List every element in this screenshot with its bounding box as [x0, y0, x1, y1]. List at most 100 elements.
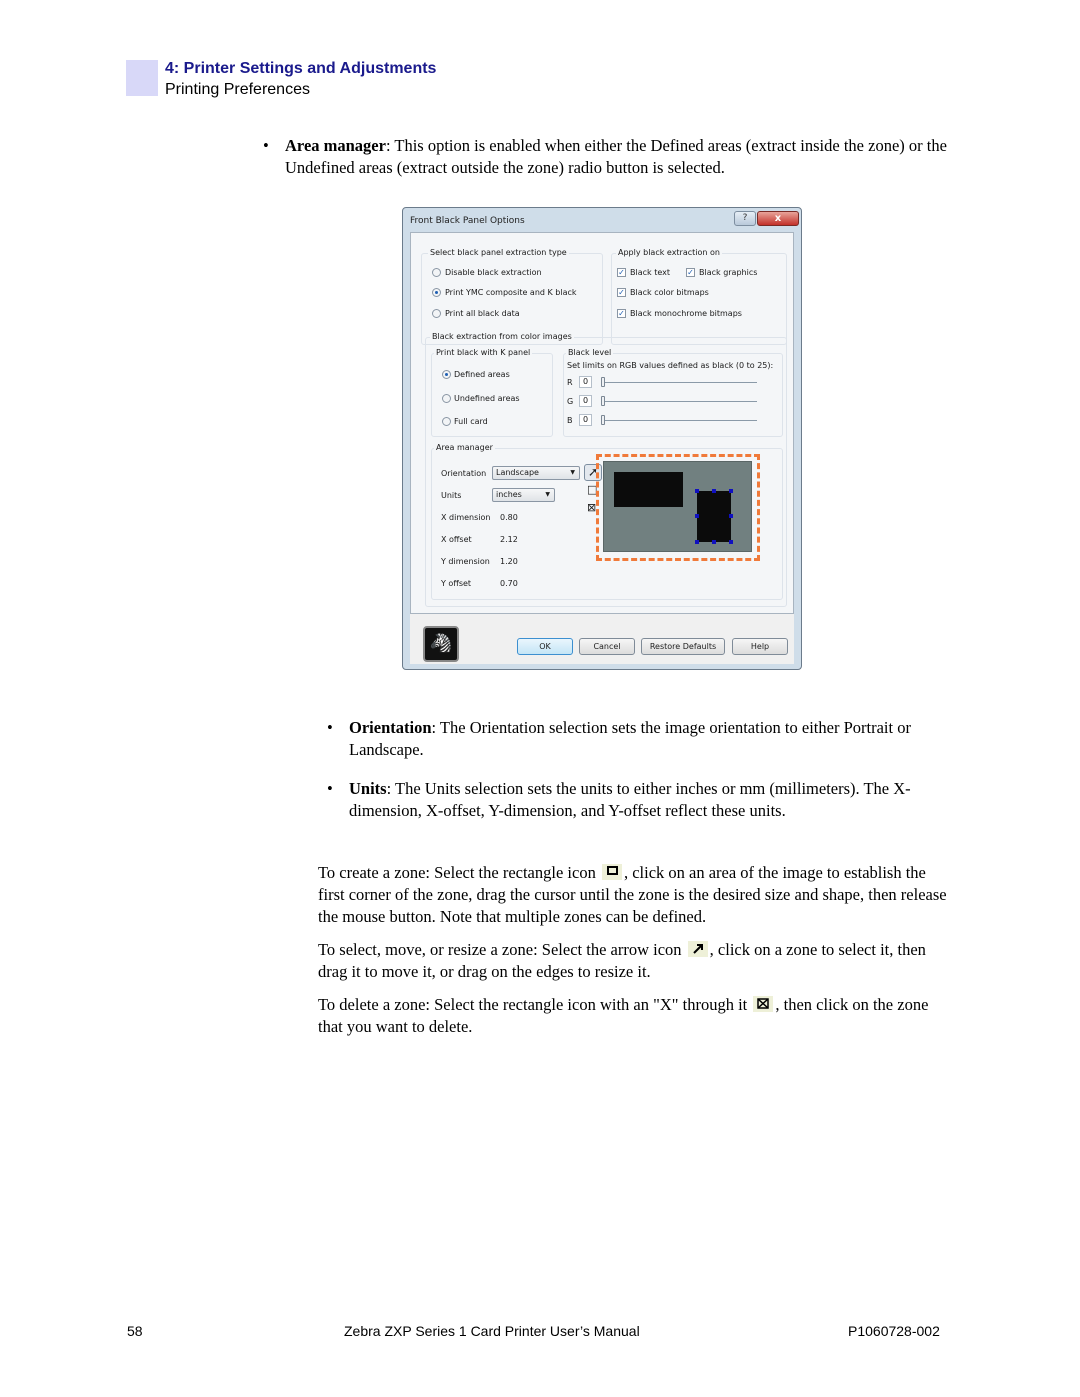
resize-handle[interactable]: [712, 540, 716, 544]
bullet-text: : The Units selection sets the units to …: [349, 779, 911, 820]
units-select[interactable]: inches ▼: [492, 488, 555, 502]
checkbox-label: Black text: [630, 268, 670, 277]
cancel-button[interactable]: Cancel: [579, 638, 635, 655]
delete-zone-tool-icon[interactable]: ⊠: [587, 501, 596, 514]
r-value-input[interactable]: 0: [579, 376, 592, 388]
k-panel-group: Print black with K panel Defined areas U…: [431, 348, 553, 437]
channel-label: G: [567, 397, 574, 406]
resize-handle[interactable]: [695, 489, 699, 493]
paragraph-text: To create a zone: Select the rectangle i…: [318, 863, 600, 882]
ok-button[interactable]: OK: [517, 638, 573, 655]
r-slider-thumb[interactable]: [601, 377, 605, 387]
g-slider-thumb[interactable]: [601, 396, 605, 406]
g-value-input[interactable]: 0: [579, 395, 592, 407]
color-images-group: Black extraction from color images Print…: [425, 332, 787, 607]
chapter-title: 4: Printer Settings and Adjustments: [165, 60, 437, 77]
radio-icon: [432, 268, 441, 277]
rectangle-icon: [601, 864, 622, 880]
resize-handle[interactable]: [695, 514, 699, 518]
x-offset-label: X offset: [441, 535, 472, 544]
area-manager-group: Area manager Orientation Landscape ▼ Uni…: [431, 443, 783, 600]
x-dimension-value: 0.80: [500, 513, 518, 522]
radio-icon: [442, 394, 451, 403]
checkbox-icon: ✓: [617, 288, 626, 297]
y-offset-label: Y offset: [441, 579, 472, 588]
paragraph-select-zone: To select, move, or resize a zone: Selec…: [318, 939, 953, 983]
paragraph-text: To select, move, or resize a zone: Selec…: [318, 940, 686, 959]
black-level-group: Black level Set limits on RGB values def…: [563, 348, 783, 437]
b-slider-track[interactable]: [603, 420, 757, 421]
resize-handle[interactable]: [729, 514, 733, 518]
g-slider-track[interactable]: [603, 401, 757, 402]
radio-label: Defined areas: [454, 370, 510, 379]
b-slider-thumb[interactable]: [601, 415, 605, 425]
bullet-orientation: • Orientation: The Orientation selection…: [327, 717, 949, 761]
x-dimension-label: X dimension: [441, 513, 491, 522]
radio-icon: [432, 288, 441, 297]
bullet-dot: •: [327, 718, 333, 737]
black-level-b-row: B 0: [567, 414, 777, 428]
bullet-units: • Units: The Units selection sets the un…: [327, 778, 959, 822]
bullet-term: Units: [349, 779, 387, 798]
radio-label: Full card: [454, 417, 488, 426]
page-number: 58: [127, 1323, 143, 1339]
radio-label: Print all black data: [445, 309, 520, 318]
paragraph-create-zone: To create a zone: Select the rectangle i…: [318, 862, 953, 928]
manual-title: Zebra ZXP Series 1 Card Printer User’s M…: [344, 1323, 640, 1339]
chevron-down-icon: ▼: [545, 491, 550, 498]
y-dimension-label: Y dimension: [441, 557, 490, 566]
checkbox-label: Black graphics: [699, 268, 758, 277]
black-level-r-row: R 0: [567, 376, 777, 390]
bullet-text: : The Orientation selection sets the ima…: [349, 718, 911, 759]
document-number: P1060728-002: [848, 1323, 940, 1339]
channel-label: R: [567, 378, 573, 387]
bullet-dot: •: [263, 136, 269, 155]
units-value: inches: [496, 490, 522, 499]
zone-rectangle[interactable]: [614, 472, 683, 507]
y-dimension-value: 1.20: [500, 557, 518, 566]
checkbox-icon: ✓: [617, 268, 626, 277]
section-title: Printing Preferences: [165, 81, 310, 98]
zebra-logo-icon: 🦓: [423, 626, 459, 662]
k-panel-label: Print black with K panel: [434, 348, 533, 357]
b-value-input[interactable]: 0: [579, 414, 592, 426]
resize-handle[interactable]: [729, 540, 733, 544]
x-offset-value: 2.12: [500, 535, 518, 544]
dialog-title: Front Black Panel Options: [410, 216, 525, 226]
dialog-body: Select black panel extraction type Disab…: [410, 232, 794, 614]
bullet-dot: •: [327, 779, 333, 798]
arrow-icon: [687, 941, 708, 957]
checkbox-icon: ✓: [617, 309, 626, 318]
delete-zone-icon: [753, 996, 774, 1012]
chevron-down-icon: ▼: [570, 469, 575, 476]
orientation-label: Orientation: [441, 469, 487, 478]
radio-label: Print YMC composite and K black: [445, 288, 577, 297]
checkbox-label: Black color bitmaps: [630, 288, 709, 297]
black-level-g-row: G 0: [567, 395, 777, 409]
checkbox-label: Black monochrome bitmaps: [630, 309, 742, 318]
resize-handle[interactable]: [695, 540, 699, 544]
paragraph-delete-zone: To delete a zone: Select the rectangle i…: [318, 994, 953, 1038]
card-preview[interactable]: [603, 461, 752, 552]
r-slider-track[interactable]: [603, 382, 757, 383]
color-images-label: Black extraction from color images: [430, 332, 574, 341]
black-level-label: Black level: [566, 348, 614, 357]
apply-extraction-label: Apply black extraction on: [616, 248, 722, 257]
resize-handle[interactable]: [729, 489, 733, 493]
selected-zone-rectangle[interactable]: [695, 489, 733, 544]
restore-defaults-button[interactable]: Restore Defaults: [641, 638, 725, 655]
bullet-area-manager: • Area manager: This option is enabled w…: [263, 135, 950, 179]
checkbox-icon: ✓: [686, 268, 695, 277]
help-button[interactable]: Help: [732, 638, 788, 655]
orientation-value: Landscape: [496, 468, 539, 477]
close-button[interactable]: x: [757, 211, 799, 226]
y-offset-value: 0.70: [500, 579, 518, 588]
orientation-select[interactable]: Landscape ▼: [492, 466, 580, 480]
units-label: Units: [441, 491, 462, 500]
channel-label: B: [567, 416, 573, 425]
area-manager-label: Area manager: [434, 443, 495, 452]
resize-handle[interactable]: [712, 489, 716, 493]
black-level-hint: Set limits on RGB values defined as blac…: [567, 361, 774, 370]
radio-icon: [432, 309, 441, 318]
help-titlebar-button[interactable]: ?: [734, 211, 756, 226]
